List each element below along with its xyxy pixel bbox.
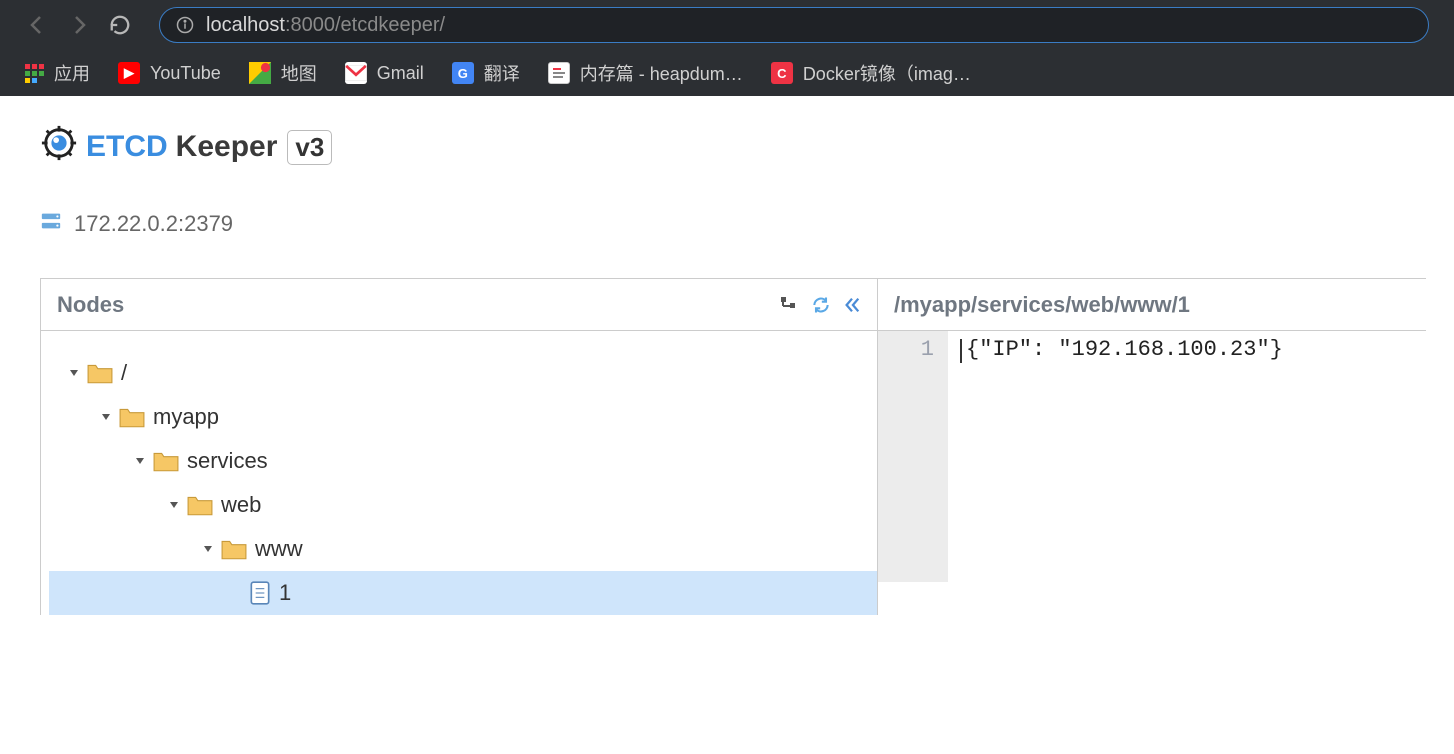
folder-icon [187,494,213,516]
bookmark-label: 地图 [281,60,317,86]
translate-icon: G [452,62,474,84]
tree-label: www [255,536,303,562]
hierarchy-icon[interactable] [779,295,799,315]
url-text: localhost:8000/etcdkeeper/ [206,14,445,37]
tree-label: / [121,360,127,386]
folder-icon [87,362,113,384]
gear-eye-icon [40,124,78,170]
apps-icon [25,64,44,83]
line-number: 1 [921,337,934,362]
expander-icon[interactable] [133,454,147,468]
tree-node-services[interactable]: services [49,439,877,483]
panel-left: Nodes / [40,279,878,615]
collapse-icon[interactable] [843,296,861,314]
bookmarks-bar: 应用 ▶ YouTube 地图 Gmail G 翻译 内存篇 - heapdu [0,50,1454,96]
brand-text: ETCD [86,130,168,164]
bookmark-label: 应用 [54,60,90,86]
folder-icon [119,406,145,428]
app-title: ETCD Keeper v3 [40,124,1426,170]
tree-label: myapp [153,404,219,430]
tree-label: web [221,492,261,518]
tree-node-www[interactable]: www [49,527,877,571]
folder-icon [153,450,179,472]
tree: / myapp services web [41,331,877,615]
tree-node-root[interactable]: / [49,351,877,395]
bookmark-heapdump[interactable]: 内存篇 - heapdum… [548,60,743,86]
expander-icon[interactable] [99,410,113,424]
editor-content[interactable]: {"IP": "192.168.100.23"} [948,331,1297,582]
refresh-icon[interactable] [811,295,831,315]
back-button[interactable] [25,13,49,37]
file-icon [249,580,271,606]
url-bar[interactable]: localhost:8000/etcdkeeper/ [159,7,1429,43]
editor-text: {"IP": "192.168.100.23"} [962,337,1283,362]
url-port: :8000 [285,14,335,36]
gmail-icon [345,62,367,84]
version-badge[interactable]: v3 [287,130,332,165]
tree-label: 1 [279,580,291,606]
server-address: 172.22.0.2:2379 [74,211,233,237]
app-body: ETCD Keeper v3 172.22.0.2:2379 Nodes [0,96,1454,615]
browser-chrome: localhost:8000/etcdkeeper/ 应用 ▶ YouTube … [0,0,1454,96]
panel-right: /myapp/services/web/www/1 1 {"IP": "192.… [878,279,1426,615]
panel-left-header: Nodes [41,279,877,331]
bookmark-maps[interactable]: 地图 [249,60,317,86]
folder-icon [221,538,247,560]
info-icon [176,16,194,34]
maps-icon [249,62,271,84]
panels: Nodes / [40,278,1426,615]
bookmark-label: 翻译 [484,60,520,86]
key-path: /myapp/services/web/www/1 [894,292,1190,318]
nav-row: localhost:8000/etcdkeeper/ [0,0,1454,50]
bookmark-youtube[interactable]: ▶ YouTube [118,62,221,84]
tree-node-myapp[interactable]: myapp [49,395,877,439]
title-rest: Keeper [176,130,278,164]
url-host: localhost [206,14,285,36]
value-editor[interactable]: 1 {"IP": "192.168.100.23"} [878,331,1426,582]
cnblogs-icon [548,62,570,84]
nodes-label: Nodes [57,292,124,318]
server-icon [40,210,62,238]
bookmark-translate[interactable]: G 翻译 [452,60,520,86]
bookmark-label: 内存篇 - heapdum… [580,60,743,86]
bookmark-label: YouTube [150,63,221,84]
c-red-icon: C [771,62,793,84]
reload-button[interactable] [109,14,131,36]
editor-gutter: 1 [878,331,948,582]
panel-right-header: /myapp/services/web/www/1 [878,279,1426,331]
tree-node-web[interactable]: web [49,483,877,527]
tree-node-1[interactable]: 1 [49,571,877,615]
bookmark-gmail[interactable]: Gmail [345,62,424,84]
youtube-icon: ▶ [118,62,140,84]
text-cursor [960,339,962,363]
bookmark-docker[interactable]: C Docker镜像（imag… [771,60,971,86]
expander-icon[interactable] [167,498,181,512]
expander-icon[interactable] [201,542,215,556]
expander-icon[interactable] [67,366,81,380]
forward-button[interactable] [67,13,91,37]
bookmark-label: Gmail [377,63,424,84]
server-row: 172.22.0.2:2379 [40,210,1426,238]
tree-label: services [187,448,268,474]
bookmark-label: Docker镜像（imag… [803,60,971,86]
bookmark-apps[interactable]: 应用 [25,60,90,86]
url-path: /etcdkeeper/ [335,14,445,36]
